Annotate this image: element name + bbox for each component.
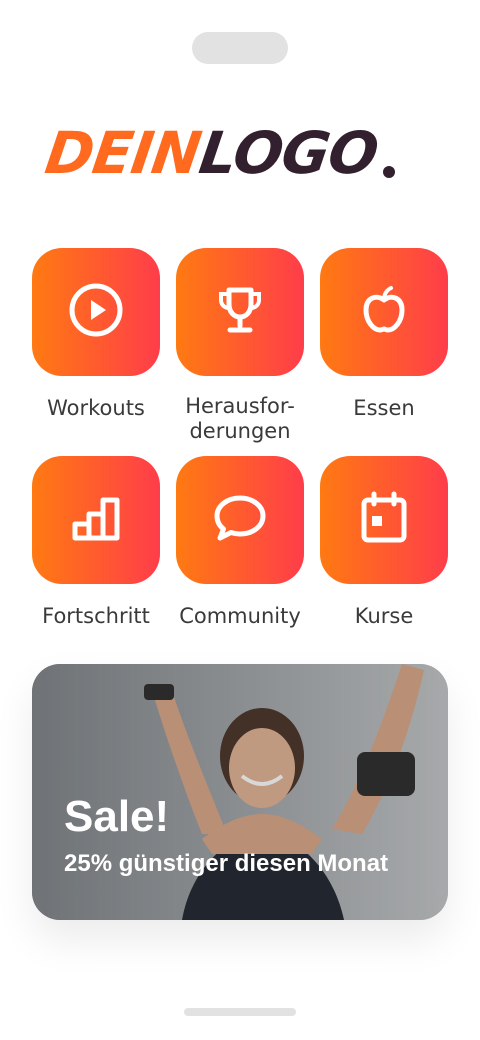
trophy-icon <box>212 282 268 342</box>
play-circle-icon <box>68 282 124 342</box>
tile-herausforderungen[interactable] <box>176 248 304 376</box>
home-indicator[interactable] <box>184 1008 296 1016</box>
tile-label-herausforderungen: Herausfor- derungen <box>185 394 295 443</box>
tile-workouts[interactable] <box>32 248 160 376</box>
tile-community[interactable] <box>176 456 304 584</box>
app-logo: DEIN LOGO <box>41 118 436 188</box>
banner-title: Sale! <box>64 792 170 841</box>
tile-label-community: Community <box>179 604 301 628</box>
calendar-icon <box>356 490 412 550</box>
chat-bubble-icon <box>212 490 268 550</box>
tile-fortschritt[interactable] <box>32 456 160 584</box>
status-bar-notch <box>192 32 288 64</box>
tile-essen[interactable] <box>320 248 448 376</box>
tile-label-fortschritt: Fortschritt <box>42 604 150 628</box>
apple-icon <box>356 282 412 342</box>
tile-label-kurse: Kurse <box>354 604 414 628</box>
logo-dot <box>383 166 395 178</box>
logo-text-dein: DEIN <box>41 119 205 187</box>
bar-chart-icon <box>68 490 124 550</box>
tile-kurse[interactable] <box>320 456 448 584</box>
banner-subtitle: 25% günstiger diesen Monat <box>64 850 389 877</box>
logo-text-logo: LOGO <box>195 119 382 187</box>
tile-label-essen: Essen <box>353 396 415 420</box>
tile-label-workouts: Workouts <box>47 396 145 420</box>
